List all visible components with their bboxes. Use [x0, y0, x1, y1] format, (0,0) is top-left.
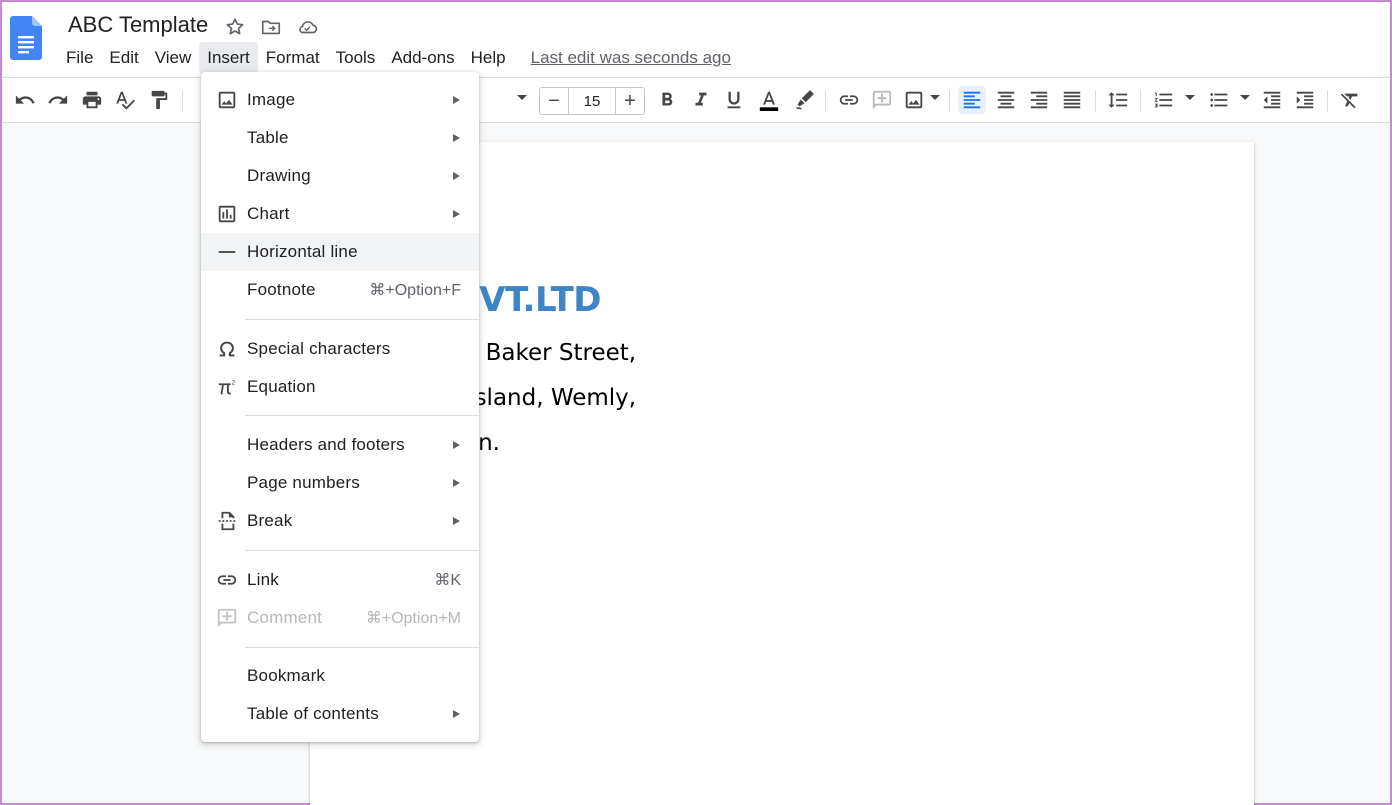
- horizontal-line-icon: [215, 240, 239, 264]
- align-right-icon[interactable]: [1025, 86, 1053, 114]
- menu-bar: File Edit View Insert Format Tools Add-o…: [58, 42, 731, 74]
- insert-menu-horizontal-line[interactable]: Horizontal line: [201, 233, 479, 271]
- page-break-icon: [215, 509, 239, 533]
- add-comment-toolbar-icon[interactable]: [868, 86, 896, 114]
- italic-icon[interactable]: [687, 86, 715, 114]
- insert-menu-drawing[interactable]: Drawing: [201, 157, 479, 195]
- insert-menu-headers-and-footers[interactable]: Headers and footers: [201, 426, 479, 464]
- highlight-color-icon[interactable]: [790, 86, 818, 114]
- address-line-2[interactable]: nsland, Wemly,: [460, 385, 636, 411]
- insert-menu-special-characters[interactable]: Special characters: [201, 330, 479, 368]
- menu-edit[interactable]: Edit: [101, 42, 146, 74]
- menu-view[interactable]: View: [147, 42, 200, 74]
- address-line-1[interactable]: , Baker Street,: [471, 340, 636, 366]
- submenu-arrow-icon: [453, 134, 460, 142]
- insert-menu-page-numbers[interactable]: Page numbers: [201, 464, 479, 502]
- menu-format[interactable]: Format: [258, 42, 328, 74]
- insert-menu-table[interactable]: Table: [201, 119, 479, 157]
- insert-link-icon[interactable]: [835, 86, 863, 114]
- numbered-list-caret-icon[interactable]: [1185, 95, 1195, 100]
- insert-menu-table-of-contents[interactable]: Table of contents: [201, 695, 479, 733]
- insert-image-icon[interactable]: [900, 86, 928, 114]
- numbered-list-icon[interactable]: [1150, 86, 1178, 114]
- insert-menu-break[interactable]: Break: [201, 502, 479, 540]
- submenu-arrow-icon: [453, 710, 460, 718]
- line-spacing-icon[interactable]: [1104, 86, 1132, 114]
- star-icon[interactable]: [224, 16, 246, 38]
- image-icon: [215, 88, 239, 112]
- increase-indent-icon[interactable]: [1291, 86, 1319, 114]
- insert-menu-equation[interactable]: 2 Equation: [201, 368, 479, 406]
- decrease-indent-icon[interactable]: [1258, 86, 1286, 114]
- clear-formatting-icon[interactable]: [1336, 86, 1364, 114]
- menu-file[interactable]: File: [58, 42, 101, 74]
- font-size-stepper: − 15 +: [539, 87, 645, 115]
- submenu-arrow-icon: [453, 517, 460, 525]
- insert-menu-footnote[interactable]: Footnote ⌘+Option+F: [201, 271, 479, 309]
- submenu-arrow-icon: [453, 479, 460, 487]
- chart-icon: [215, 202, 239, 226]
- insert-menu: Image Table Drawing Chart Horizontal lin…: [201, 72, 479, 742]
- align-center-icon[interactable]: [992, 86, 1020, 114]
- document-title[interactable]: ABC Template: [68, 12, 208, 38]
- submenu-arrow-icon: [453, 172, 460, 180]
- shortcut-label: ⌘+Option+M: [365, 610, 461, 627]
- cloud-saved-icon[interactable]: [296, 16, 318, 38]
- menu-help[interactable]: Help: [463, 42, 514, 74]
- spellcheck-icon[interactable]: [111, 86, 139, 114]
- menu-add-ons[interactable]: Add-ons: [383, 42, 462, 74]
- bold-icon[interactable]: [653, 86, 681, 114]
- omega-icon: [215, 337, 239, 361]
- decrease-font-size-button[interactable]: −: [540, 88, 568, 114]
- underline-icon[interactable]: [720, 86, 748, 114]
- insert-menu-bookmark[interactable]: Bookmark: [201, 657, 479, 695]
- last-edit-link[interactable]: Last edit was seconds ago: [531, 42, 731, 74]
- undo-icon[interactable]: [11, 86, 39, 114]
- print-icon[interactable]: [78, 86, 106, 114]
- link-icon: [215, 568, 239, 592]
- font-dropdown-caret-icon[interactable]: [517, 95, 527, 100]
- paint-format-icon[interactable]: [145, 86, 173, 114]
- submenu-arrow-icon: [453, 441, 460, 449]
- add-comment-icon: [215, 606, 239, 630]
- move-folder-icon[interactable]: [260, 16, 282, 38]
- insert-menu-link[interactable]: Link ⌘K: [201, 561, 479, 599]
- shortcut-label: ⌘K: [434, 572, 461, 589]
- submenu-arrow-icon: [453, 96, 460, 104]
- menu-tools[interactable]: Tools: [328, 42, 384, 74]
- insert-menu-comment[interactable]: Comment ⌘+Option+M: [201, 599, 479, 637]
- font-size-input[interactable]: 15: [568, 88, 616, 114]
- image-dropdown-caret-icon[interactable]: [930, 95, 940, 100]
- text-color-icon[interactable]: [755, 86, 783, 114]
- pi-icon: 2: [215, 375, 239, 399]
- submenu-arrow-icon: [453, 210, 460, 218]
- svg-text:2: 2: [232, 379, 236, 386]
- align-left-icon[interactable]: [958, 86, 986, 114]
- bulleted-list-icon[interactable]: [1205, 86, 1233, 114]
- justify-icon[interactable]: [1058, 86, 1086, 114]
- google-docs-logo-icon[interactable]: [10, 16, 42, 60]
- title-bar: ABC Template File Edit View Insert Forma…: [2, 2, 1390, 76]
- insert-menu-image[interactable]: Image: [201, 81, 479, 119]
- redo-icon[interactable]: [44, 86, 72, 114]
- bulleted-list-caret-icon[interactable]: [1240, 95, 1250, 100]
- menu-insert[interactable]: Insert: [199, 42, 258, 74]
- increase-font-size-button[interactable]: +: [616, 88, 644, 114]
- insert-menu-chart[interactable]: Chart: [201, 195, 479, 233]
- shortcut-label: ⌘+Option+F: [369, 282, 461, 299]
